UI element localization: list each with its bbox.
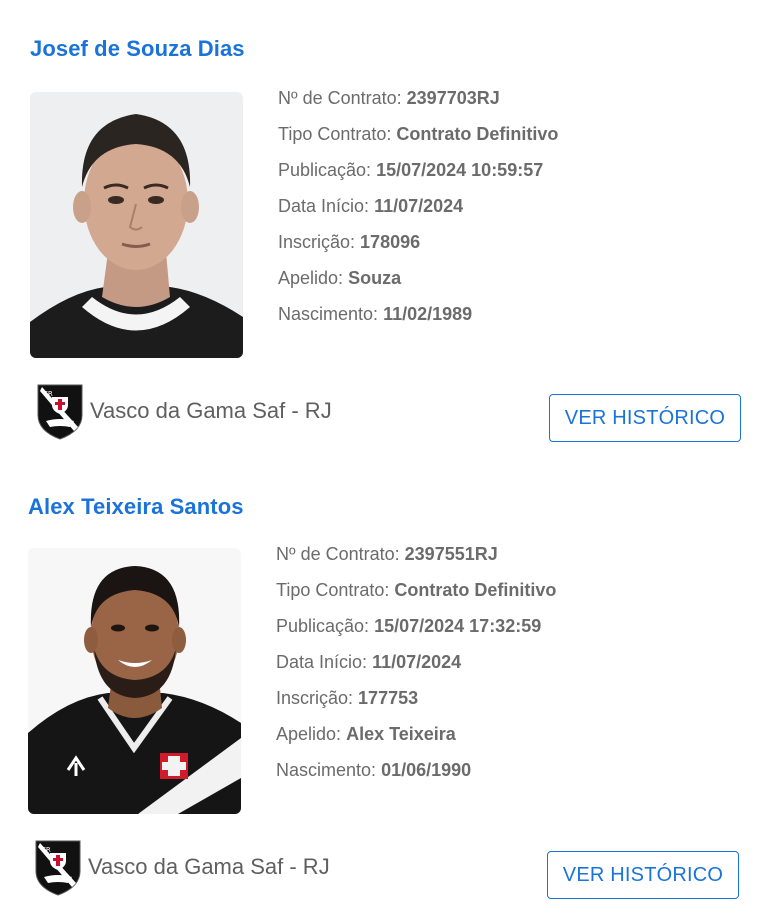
- nickname-row: Apelido: Alex Teixeira: [276, 716, 556, 752]
- registration-row: Inscrição: 177753: [276, 680, 556, 716]
- contract-type-row: Tipo Contrato: Contrato Definitivo: [278, 116, 558, 152]
- club-info: CR Vasco da Gama Saf - RJ: [32, 837, 330, 897]
- publication-row: Publicação: 15/07/2024 17:32:59: [276, 608, 556, 644]
- vasco-crest-icon: CR: [32, 837, 84, 897]
- club-info: CR Vasco da Gama Saf - RJ: [34, 381, 332, 441]
- birth-date-value: 01/06/1990: [381, 760, 472, 780]
- contract-type-value: Contrato Definitivo: [396, 124, 559, 144]
- publication-value: 15/07/2024 17:32:59: [374, 616, 542, 636]
- publication-value: 15/07/2024 10:59:57: [376, 160, 544, 180]
- registration-value: 178096: [360, 232, 421, 252]
- publication-row: Publicação: 15/07/2024 10:59:57: [278, 152, 558, 188]
- contract-number-row: Nº de Contrato: 2397703RJ: [278, 80, 558, 116]
- registration-value: 177753: [358, 688, 419, 708]
- club-name[interactable]: Vasco da Gama Saf - RJ: [88, 854, 330, 880]
- contract-type-label: Tipo Contrato:: [278, 124, 392, 144]
- contract-number-label: Nº de Contrato:: [278, 88, 402, 108]
- publication-label: Publicação:: [278, 160, 372, 180]
- contract-number-label: Nº de Contrato:: [276, 544, 400, 564]
- contract-details: Nº de Contrato: 2397703RJ Tipo Contrato:…: [278, 80, 558, 332]
- nickname-row: Apelido: Souza: [278, 260, 558, 296]
- contract-number-value: 2397703RJ: [406, 88, 500, 108]
- registration-row: Inscrição: 178096: [278, 224, 558, 260]
- start-date-label: Data Início:: [278, 196, 370, 216]
- player-photo: [30, 92, 243, 358]
- view-history-button[interactable]: VER HISTÓRICO: [549, 394, 741, 442]
- registration-label: Inscrição:: [276, 688, 354, 708]
- nickname-label: Apelido:: [276, 724, 342, 744]
- publication-label: Publicação:: [276, 616, 370, 636]
- svg-text:CR: CR: [41, 846, 51, 854]
- nickname-value: Alex Teixeira: [346, 724, 456, 744]
- contract-details: Nº de Contrato: 2397551RJ Tipo Contrato:…: [276, 536, 556, 788]
- vasco-crest-icon: CR: [34, 381, 86, 441]
- start-date-row: Data Início: 11/07/2024: [278, 188, 558, 224]
- player-name[interactable]: Alex Teixeira Santos: [28, 494, 244, 520]
- contract-type-label: Tipo Contrato:: [276, 580, 390, 600]
- player-card: Alex Teixeira Santos Nº de Contrato: 239…: [0, 456, 769, 912]
- player-card: Josef de Souza Dias Nº de Contrato: 2397…: [0, 0, 769, 456]
- view-history-button[interactable]: VER HISTÓRICO: [547, 851, 739, 899]
- start-date-value: 11/07/2024: [372, 652, 462, 672]
- player-name[interactable]: Josef de Souza Dias: [30, 36, 245, 62]
- contract-type-row: Tipo Contrato: Contrato Definitivo: [276, 572, 556, 608]
- nickname-label: Apelido:: [278, 268, 344, 288]
- start-date-label: Data Início:: [276, 652, 368, 672]
- start-date-row: Data Início: 11/07/2024: [276, 644, 556, 680]
- registration-label: Inscrição:: [278, 232, 356, 252]
- contract-number-row: Nº de Contrato: 2397551RJ: [276, 536, 556, 572]
- nickname-value: Souza: [348, 268, 402, 288]
- svg-text:CR: CR: [43, 390, 53, 398]
- birth-date-value: 11/02/1989: [383, 304, 473, 324]
- start-date-value: 11/07/2024: [374, 196, 464, 216]
- birth-date-label: Nascimento:: [278, 304, 379, 324]
- club-name[interactable]: Vasco da Gama Saf - RJ: [90, 398, 332, 424]
- player-photo: [28, 548, 241, 814]
- birth-date-row: Nascimento: 01/06/1990: [276, 752, 556, 788]
- birth-date-row: Nascimento: 11/02/1989: [278, 296, 558, 332]
- contract-number-value: 2397551RJ: [404, 544, 498, 564]
- birth-date-label: Nascimento:: [276, 760, 377, 780]
- contract-type-value: Contrato Definitivo: [394, 580, 557, 600]
